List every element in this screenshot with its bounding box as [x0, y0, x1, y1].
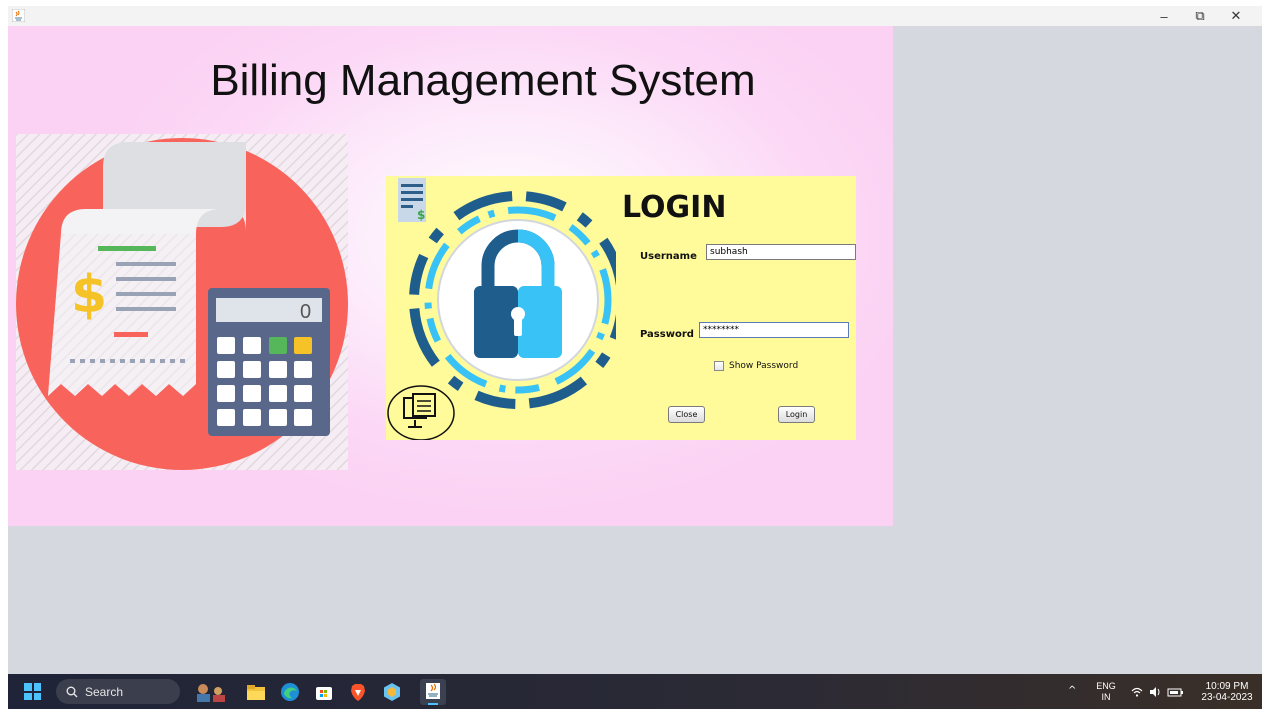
app-title: Billing Management System — [210, 56, 756, 105]
tray-status-icons[interactable] — [1130, 686, 1186, 698]
svg-text:0: 0 — [300, 301, 311, 323]
computer-icon — [387, 385, 455, 440]
svg-text:$: $ — [71, 265, 107, 325]
taskbar-search[interactable]: Search — [56, 679, 180, 704]
brave-icon[interactable] — [348, 682, 368, 702]
login-heading: LOGIN — [622, 190, 727, 225]
login-button[interactable]: Login — [778, 406, 815, 423]
battery-icon — [1167, 688, 1183, 697]
password-field[interactable]: ******** — [699, 322, 849, 338]
language-line-2: IN — [1101, 692, 1111, 702]
language-line-1: ENG — [1096, 681, 1116, 691]
receipt-icon: $ — [398, 178, 426, 222]
taskbar: Search ^ ENG IN 10:09 PM 23-04-2023 — [8, 674, 1262, 709]
java-icon — [12, 9, 25, 22]
language-indicator[interactable]: ENG IN — [1093, 681, 1119, 703]
app-icon[interactable] — [382, 682, 402, 702]
edge-icon[interactable] — [280, 682, 300, 702]
show-password-label: Show Password — [729, 361, 799, 371]
show-password-row[interactable]: Show Password — [714, 361, 798, 371]
close-button[interactable]: Close — [668, 406, 705, 423]
clock[interactable]: 10:09 PM 23-04-2023 — [1192, 681, 1262, 703]
show-password-checkbox[interactable] — [714, 361, 724, 371]
search-label: Search — [85, 684, 124, 699]
password-label: Password — [640, 329, 694, 340]
people-icon[interactable] — [194, 682, 230, 702]
tray-chevron-icon[interactable]: ^ — [1068, 685, 1076, 696]
clock-date: 23-04-2023 — [1201, 692, 1253, 703]
close-window-button[interactable]: ✕ — [1218, 6, 1254, 26]
volume-icon — [1150, 687, 1160, 697]
username-field[interactable]: subhash — [706, 244, 856, 260]
wifi-icon — [1131, 687, 1143, 697]
maximize-button[interactable]: ⧉ — [1182, 6, 1218, 26]
clock-time: 10:09 PM — [1205, 681, 1249, 692]
store-icon[interactable] — [314, 682, 334, 702]
main-frame: Billing Management System $ 0 $ LOGIN Us… — [8, 26, 893, 526]
minimize-button[interactable]: – — [1146, 6, 1182, 26]
username-label: Username — [640, 251, 697, 262]
svg-text:$: $ — [417, 208, 425, 222]
file-explorer-icon[interactable] — [246, 682, 266, 702]
billing-illustration: $ 0 — [16, 134, 348, 470]
app-window: – ⧉ ✕ Billing Management System $ 0 $ LO… — [8, 6, 1262, 674]
title-bar: – ⧉ ✕ — [8, 6, 1262, 26]
search-icon — [66, 686, 78, 697]
lock-illustration: $ — [387, 178, 616, 440]
windows-start-icon[interactable] — [24, 683, 41, 700]
login-panel: $ LOGIN Username subhash Password ******… — [386, 176, 856, 440]
java-taskbar-icon[interactable] — [420, 679, 446, 705]
